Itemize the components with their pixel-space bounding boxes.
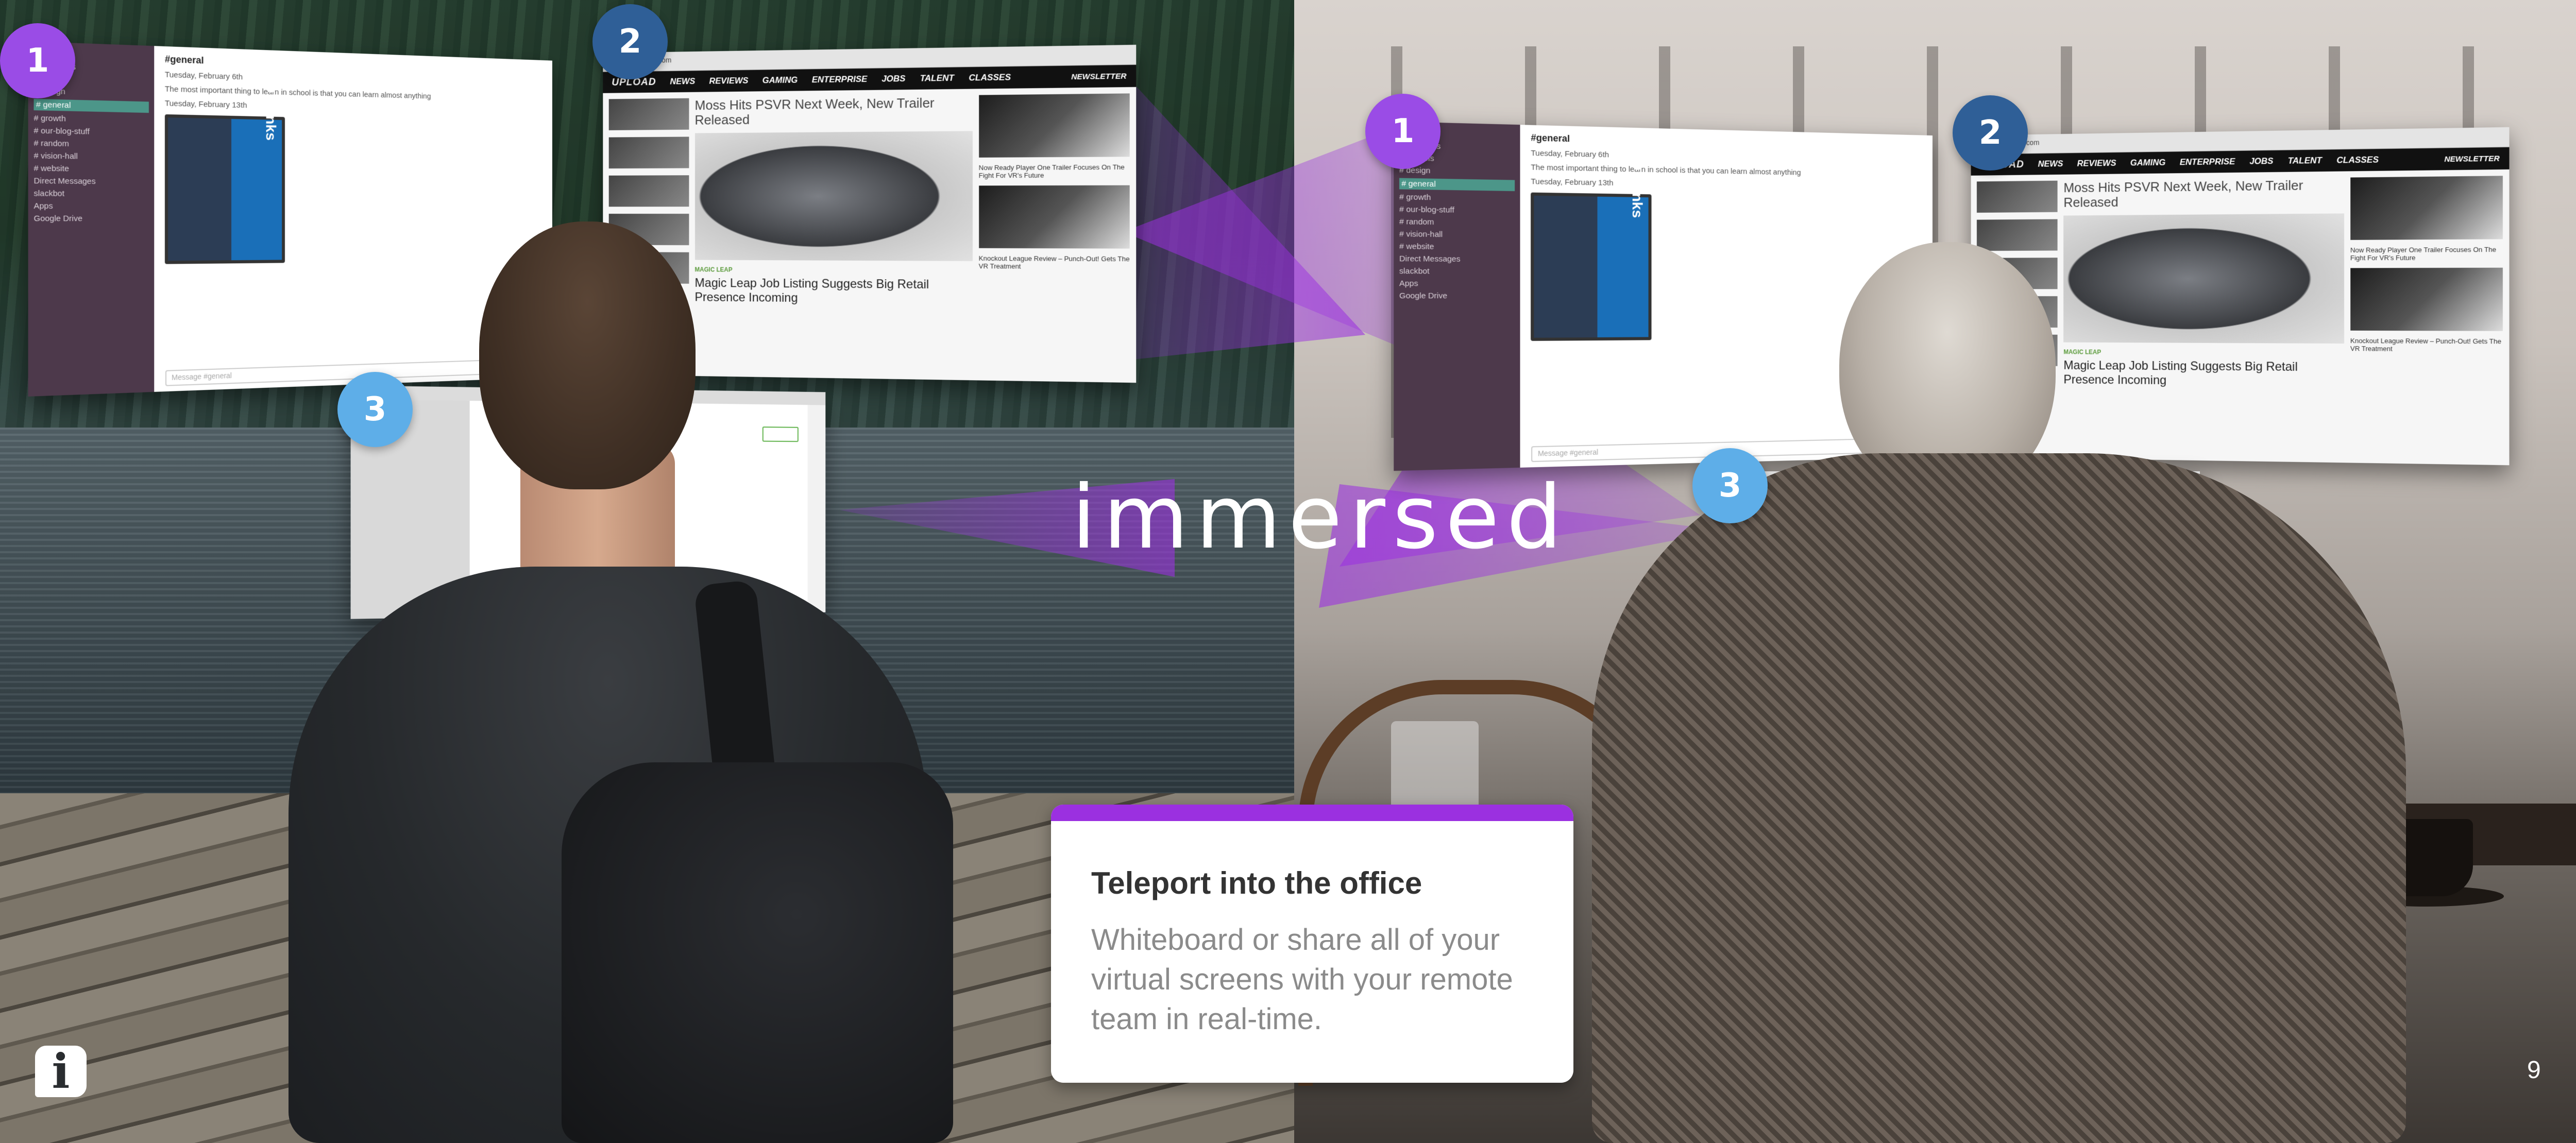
sidebar-item: Direct Messages	[1399, 254, 1461, 264]
badge-3-left: 3	[337, 372, 413, 447]
person-right	[1592, 453, 2406, 1143]
nav-item[interactable]: TALENT	[920, 73, 954, 84]
nav-item[interactable]: TALENT	[2288, 156, 2322, 166]
story-title[interactable]: Magic Leap Job Listing Suggests Big Reta…	[2063, 359, 2344, 389]
article-headline[interactable]: Moss Hits PSVR Next Week, New Trailer Re…	[2063, 178, 2344, 210]
badge-3-right: 3	[1692, 448, 1768, 523]
thumbnail[interactable]	[608, 137, 689, 169]
vending-label: COLD drinks	[1629, 129, 1646, 218]
badge-1-right: 1	[1365, 94, 1440, 169]
badge-2-right: 2	[1953, 95, 2028, 170]
sidebar-item: Direct Messages	[33, 176, 96, 186]
news-window-right[interactable]: https://uploadvr.com UPLOAD NEWS REVIEWS…	[1971, 127, 2510, 466]
sidebar-item[interactable]: # growth	[34, 113, 149, 125]
side-story[interactable]: Knockout League Review – Punch-Out! Gets…	[979, 254, 1130, 271]
backpack	[562, 762, 953, 1143]
sidebar-item[interactable]: # website	[1399, 242, 1515, 252]
story-title[interactable]: Magic Leap Job Listing Suggests Big Reta…	[695, 276, 973, 306]
sidebar-item: Apps	[33, 201, 53, 211]
thumbnail[interactable]	[608, 98, 689, 130]
badge-1-left: 1	[0, 23, 75, 98]
doc-button[interactable]	[762, 427, 799, 442]
main-article: Moss Hits PSVR Next Week, New Trailer Re…	[694, 95, 973, 310]
side-stories: Now Ready Player One Trailer Focuses On …	[978, 93, 1130, 311]
sidebar-item[interactable]: Google Drive	[34, 214, 149, 223]
sidebar-item[interactable]: # vision-hall	[34, 151, 149, 162]
side-stories: Now Ready Player One Trailer Focuses On …	[2350, 176, 2503, 394]
sidebar-item[interactable]: # design	[1399, 166, 1515, 177]
sidebar-item[interactable]: # vision-hall	[1399, 230, 1515, 240]
slack-sidebar: All Threads Channels # design # general …	[1394, 121, 1520, 471]
article-tag: MAGIC LEAP	[694, 266, 733, 274]
badge-2-left: 2	[592, 4, 668, 79]
sidebar-item-active[interactable]: # general	[33, 98, 149, 113]
nav-item[interactable]: ENTERPRISE	[2180, 157, 2235, 167]
article-headline[interactable]: Moss Hits PSVR Next Week, New Trailer Re…	[695, 95, 973, 127]
vending-label: COLD drinks	[263, 51, 279, 141]
nav-item[interactable]: JOBS	[882, 74, 905, 84]
nav-item[interactable]: JOBS	[2249, 156, 2273, 167]
sidebar-item[interactable]: # our-blog-stuff	[34, 126, 149, 138]
sidebar-item[interactable]: # growth	[1399, 193, 1515, 203]
side-image	[978, 93, 1130, 158]
thumbnail[interactable]	[1976, 219, 2058, 251]
nav-newsletter[interactable]: NEWSLETTER	[2444, 154, 2499, 164]
headset-image	[2063, 213, 2344, 344]
nav-item[interactable]: ENTERPRISE	[812, 74, 868, 85]
side-image	[2350, 267, 2503, 331]
slide: All Threads Channels # design # general …	[0, 0, 2576, 1143]
message-text: The most important thing to learn in sch…	[1531, 163, 1801, 177]
card-accent-bar	[1051, 805, 1573, 821]
sidebar-item[interactable]: slackbot	[34, 189, 149, 199]
card-text: Whiteboard or share all of your virtual …	[1091, 923, 1513, 1036]
side-image	[978, 185, 1130, 249]
nav-item[interactable]: NEWS	[2038, 159, 2063, 169]
nav-newsletter[interactable]: NEWSLETTER	[1071, 72, 1126, 81]
nav-item[interactable]: GAMING	[2130, 158, 2165, 168]
nav-item[interactable]: REVIEWS	[709, 76, 748, 87]
sidebar-item[interactable]: # random	[1399, 217, 1515, 228]
nav-item[interactable]: NEWS	[670, 76, 695, 87]
card-title: Teleport into the office	[1091, 866, 1422, 900]
sidebar-item[interactable]: # random	[34, 139, 149, 149]
date-divider: Tuesday, February 6th	[1531, 148, 1609, 160]
nav-item[interactable]: CLASSES	[969, 72, 1011, 83]
nav-item[interactable]: GAMING	[762, 75, 798, 86]
info-card: Teleport into the office Whiteboard or s…	[1051, 805, 1573, 1083]
article-tag: MAGIC LEAP	[2063, 348, 2102, 356]
page-number: 9	[2527, 1056, 2541, 1084]
sidebar-item[interactable]: slackbot	[1399, 267, 1515, 276]
date-divider: Tuesday, February 13th	[1531, 177, 1614, 188]
immersed-logo-icon: i	[35, 1044, 87, 1099]
side-story[interactable]: Now Ready Player One Trailer Focuses On …	[979, 163, 1130, 180]
brand-wordmark: immersed	[1072, 467, 1569, 569]
sidebar-item: Apps	[1399, 279, 1418, 288]
side-story[interactable]: Now Ready Player One Trailer Focuses On …	[2350, 246, 2503, 262]
thumbnail[interactable]	[1976, 180, 2058, 213]
slack-window-left[interactable]: All Threads Channels # design # general …	[28, 41, 552, 397]
vending-machine-image: COLD drinks	[1531, 129, 1652, 341]
sidebar-item[interactable]: Google Drive	[1399, 292, 1515, 301]
side-image	[2350, 176, 2503, 240]
person-head	[479, 221, 696, 489]
nav-item[interactable]: CLASSES	[2336, 155, 2379, 165]
sidebar-item-active[interactable]: # general	[1399, 178, 1515, 192]
main-article: Moss Hits PSVR Next Week, New Trailer Re…	[2063, 178, 2344, 393]
nav-item[interactable]: REVIEWS	[2077, 158, 2116, 169]
side-story[interactable]: Knockout League Review – Punch-Out! Gets…	[2350, 337, 2503, 353]
headset-image	[694, 131, 973, 262]
vending-machine-image: COLD drinks	[164, 52, 285, 264]
sidebar-item[interactable]: # our-blog-stuff	[1399, 205, 1515, 215]
sidebar-item[interactable]: # website	[34, 164, 149, 174]
thumbnail[interactable]	[608, 175, 689, 207]
news-body: Moss Hits PSVR Next Week, New Trailer Re…	[603, 87, 1136, 317]
